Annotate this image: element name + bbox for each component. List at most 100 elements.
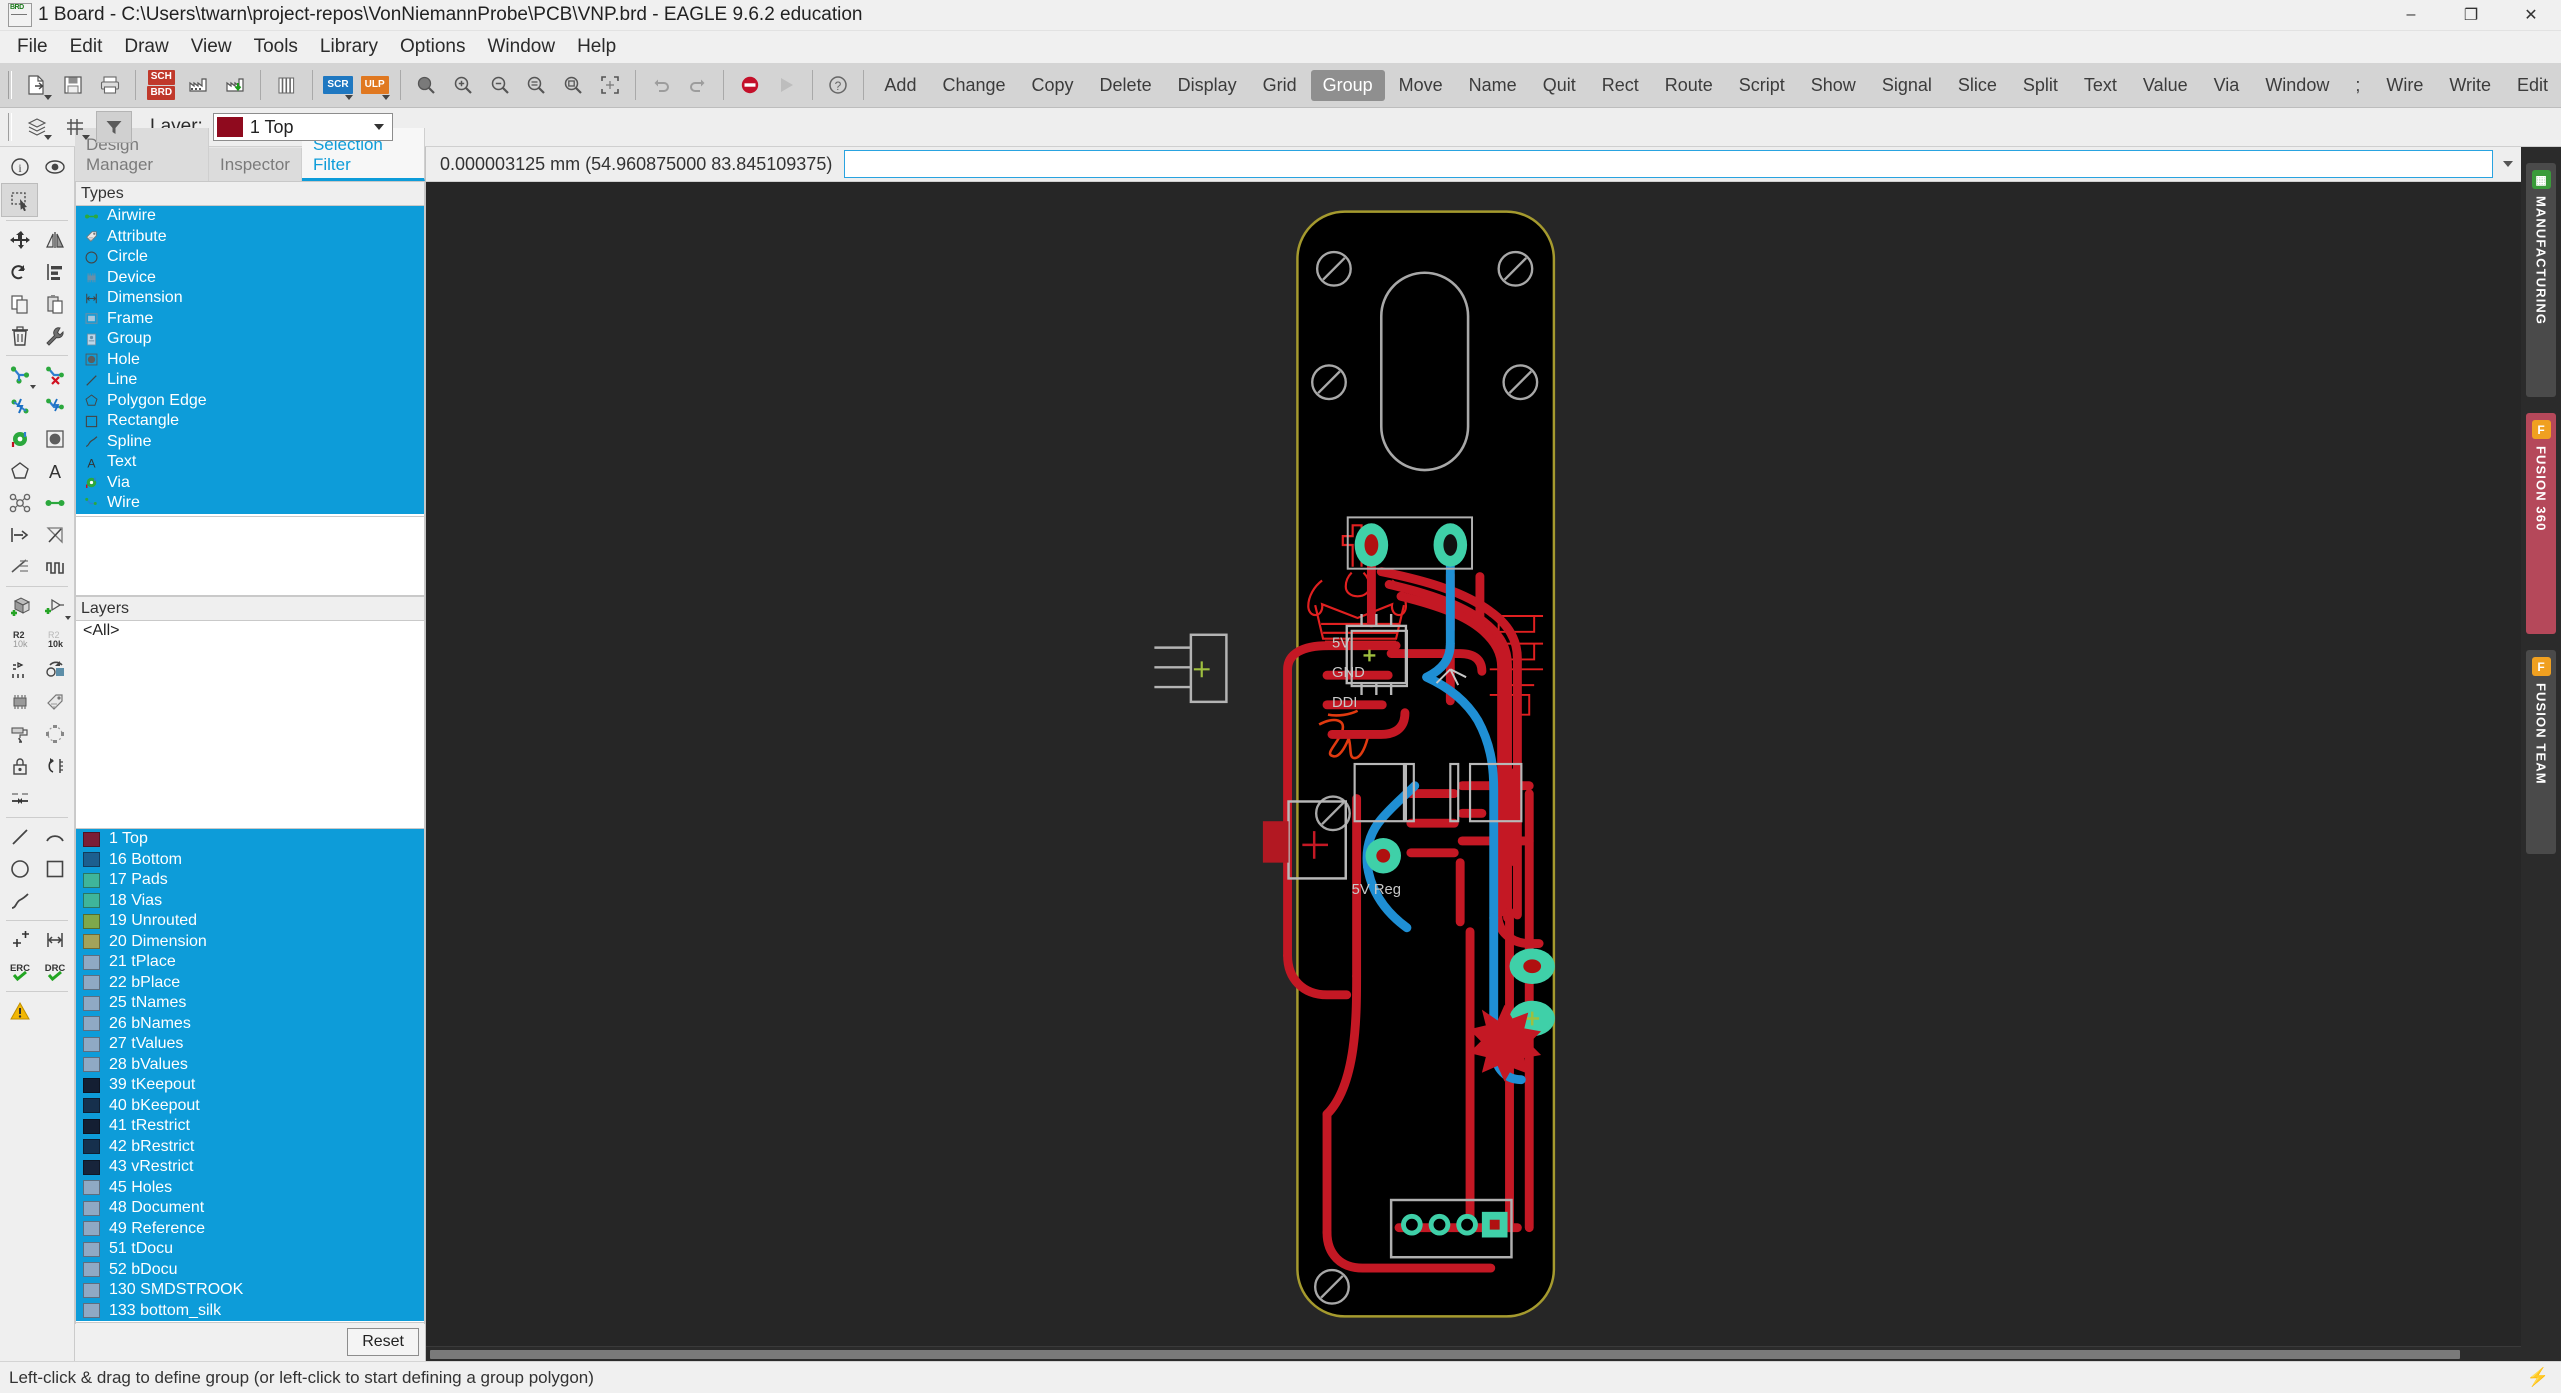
layer-item-52-bdocu[interactable]: 52 bDocu: [76, 1260, 424, 1281]
minimize-button[interactable]: –: [2381, 0, 2441, 30]
rectangle-icon[interactable]: [37, 853, 72, 885]
layers-filter-list[interactable]: <All>: [75, 621, 425, 829]
redo-icon[interactable]: [681, 68, 716, 102]
mark-icon[interactable]: [2, 924, 37, 956]
layer-item-45-holes[interactable]: 45 Holes: [76, 1178, 424, 1199]
manufacturing-export-icon[interactable]: [217, 68, 252, 102]
layer-item-19-unrouted[interactable]: 19 Unrouted: [76, 911, 424, 932]
selection-filter-icon[interactable]: [96, 111, 132, 143]
polygon-icon[interactable]: [2, 455, 37, 487]
command-window-button[interactable]: Window: [2253, 70, 2341, 101]
zoom-fit-icon[interactable]: [409, 68, 444, 102]
command-signal-button[interactable]: Signal: [1870, 70, 1944, 101]
type-item-polygon-edge[interactable]: Polygon Edge: [76, 391, 424, 412]
line-icon[interactable]: [2, 821, 37, 853]
attribute-icon[interactable]: [37, 686, 72, 718]
pinswap-icon[interactable]: [37, 750, 72, 782]
layer-item-133-bottom-silk[interactable]: 133 bottom_silk: [76, 1301, 424, 1322]
show-icon[interactable]: [37, 151, 72, 183]
layer-item-41-trestrict[interactable]: 41 tRestrict: [76, 1116, 424, 1137]
manufacturing-icon[interactable]: [181, 68, 216, 102]
command-edit-button[interactable]: Edit: [2505, 70, 2560, 101]
menu-tools[interactable]: Tools: [243, 32, 309, 62]
menu-library[interactable]: Library: [309, 32, 389, 62]
type-item-dimension[interactable]: Dimension: [76, 288, 424, 309]
menu-help[interactable]: Help: [566, 32, 627, 62]
warning-icon[interactable]: [2, 995, 37, 1027]
command-move-button[interactable]: Move: [1387, 70, 1455, 101]
zoom-redraw-icon[interactable]: [556, 68, 591, 102]
type-item-hole[interactable]: Hole: [76, 350, 424, 371]
go-icon[interactable]: [769, 68, 804, 102]
miter-icon[interactable]: [37, 519, 72, 551]
help-icon[interactable]: ?: [821, 68, 856, 102]
layer-item-20-dimension[interactable]: 20 Dimension: [76, 932, 424, 953]
command-route-button[interactable]: Route: [1653, 70, 1725, 101]
layer-item-49-reference[interactable]: 49 Reference: [76, 1219, 424, 1240]
lock-icon[interactable]: [2, 750, 37, 782]
layer-select[interactable]: 1 Top: [213, 113, 393, 141]
slice-icon[interactable]: [2, 551, 37, 583]
switch-to-schematic-icon[interactable]: SCH BRD: [144, 68, 179, 102]
optimize-icon[interactable]: [37, 718, 72, 750]
type-item-wire[interactable]: Wire: [76, 493, 424, 514]
undo-icon[interactable]: [644, 68, 679, 102]
via-icon[interactable]: [2, 423, 37, 455]
type-item-airwire[interactable]: Airwire: [76, 206, 424, 227]
ripup-icon[interactable]: [37, 359, 72, 391]
type-item-frame[interactable]: Frame: [76, 309, 424, 330]
layer-item-16-bottom[interactable]: 16 Bottom: [76, 850, 424, 871]
mirror-icon[interactable]: [37, 224, 72, 256]
menu-draw[interactable]: Draw: [113, 32, 179, 62]
add-device-icon[interactable]: [37, 590, 72, 622]
tab-inspector[interactable]: Inspector: [209, 148, 302, 181]
command-write-button[interactable]: Write: [2437, 70, 2503, 101]
package-icon[interactable]: [2, 686, 37, 718]
command-script-button[interactable]: Script: [1727, 70, 1797, 101]
layers-list[interactable]: 1 Top16 Bottom17 Pads18 Vias19 Unrouted2…: [75, 829, 425, 1323]
layer-item-21-tplace[interactable]: 21 tPlace: [76, 952, 424, 973]
type-item-line[interactable]: Line: [76, 370, 424, 391]
route-icon[interactable]: [2, 359, 37, 391]
smash-icon[interactable]: [2, 654, 37, 686]
type-item-group[interactable]: Group: [76, 329, 424, 350]
split-icon[interactable]: [2, 519, 37, 551]
layer-settings-icon[interactable]: [20, 112, 54, 142]
spline-icon[interactable]: [2, 885, 37, 917]
ratsnest-icon[interactable]: [2, 487, 37, 519]
save-icon[interactable]: [56, 68, 91, 102]
type-item-text[interactable]: AText: [76, 452, 424, 473]
command-input[interactable]: [844, 150, 2493, 178]
command-slice-button[interactable]: Slice: [1946, 70, 2009, 101]
move-icon[interactable]: [2, 224, 37, 256]
command-quit-button[interactable]: Quit: [1531, 70, 1588, 101]
layer-item-130-smdstrook[interactable]: 130 SMDSTROOK: [76, 1280, 424, 1301]
layer-filter-item[interactable]: <All>: [76, 621, 424, 642]
grid-settings-icon[interactable]: [58, 112, 92, 142]
layer-item-39-tkeepout[interactable]: 39 tKeepout: [76, 1075, 424, 1096]
types-list[interactable]: AirwireAttributeCircleDeviceDimensionFra…: [75, 206, 425, 517]
rotate-icon[interactable]: [2, 256, 37, 288]
drc-icon[interactable]: DRC: [37, 956, 72, 988]
airwire-icon[interactable]: [37, 487, 72, 519]
type-item-circle[interactable]: Circle: [76, 247, 424, 268]
command-via-button[interactable]: Via: [2202, 70, 2252, 101]
menu-edit[interactable]: Edit: [59, 32, 114, 62]
delete-icon[interactable]: [2, 320, 37, 352]
command-copy-button[interactable]: Copy: [1020, 70, 1086, 101]
menu-options[interactable]: Options: [389, 32, 476, 62]
type-item-rectangle[interactable]: Rectangle: [76, 411, 424, 432]
right-rail-tab-manufacturing[interactable]: ▦MANUFACTURING: [2526, 163, 2556, 397]
command-rect-button[interactable]: Rect: [1590, 70, 1651, 101]
paint-icon[interactable]: [2, 718, 37, 750]
command-name-button[interactable]: Name: [1457, 70, 1529, 101]
dimension-arrow-icon[interactable]: [2, 782, 37, 814]
right-rail-tab-fusion-team[interactable]: FFUSION TEAM: [2526, 650, 2556, 854]
align-icon[interactable]: [37, 256, 72, 288]
layer-item-43-vrestrict[interactable]: 43 vRestrict: [76, 1157, 424, 1178]
menu-file[interactable]: File: [6, 32, 59, 62]
layer-item-22-bplace[interactable]: 22 bPlace: [76, 973, 424, 994]
add-part-icon[interactable]: [2, 590, 37, 622]
ulp-icon[interactable]: ULP: [357, 68, 392, 102]
command-history-chevron-icon[interactable]: [2503, 161, 2513, 167]
